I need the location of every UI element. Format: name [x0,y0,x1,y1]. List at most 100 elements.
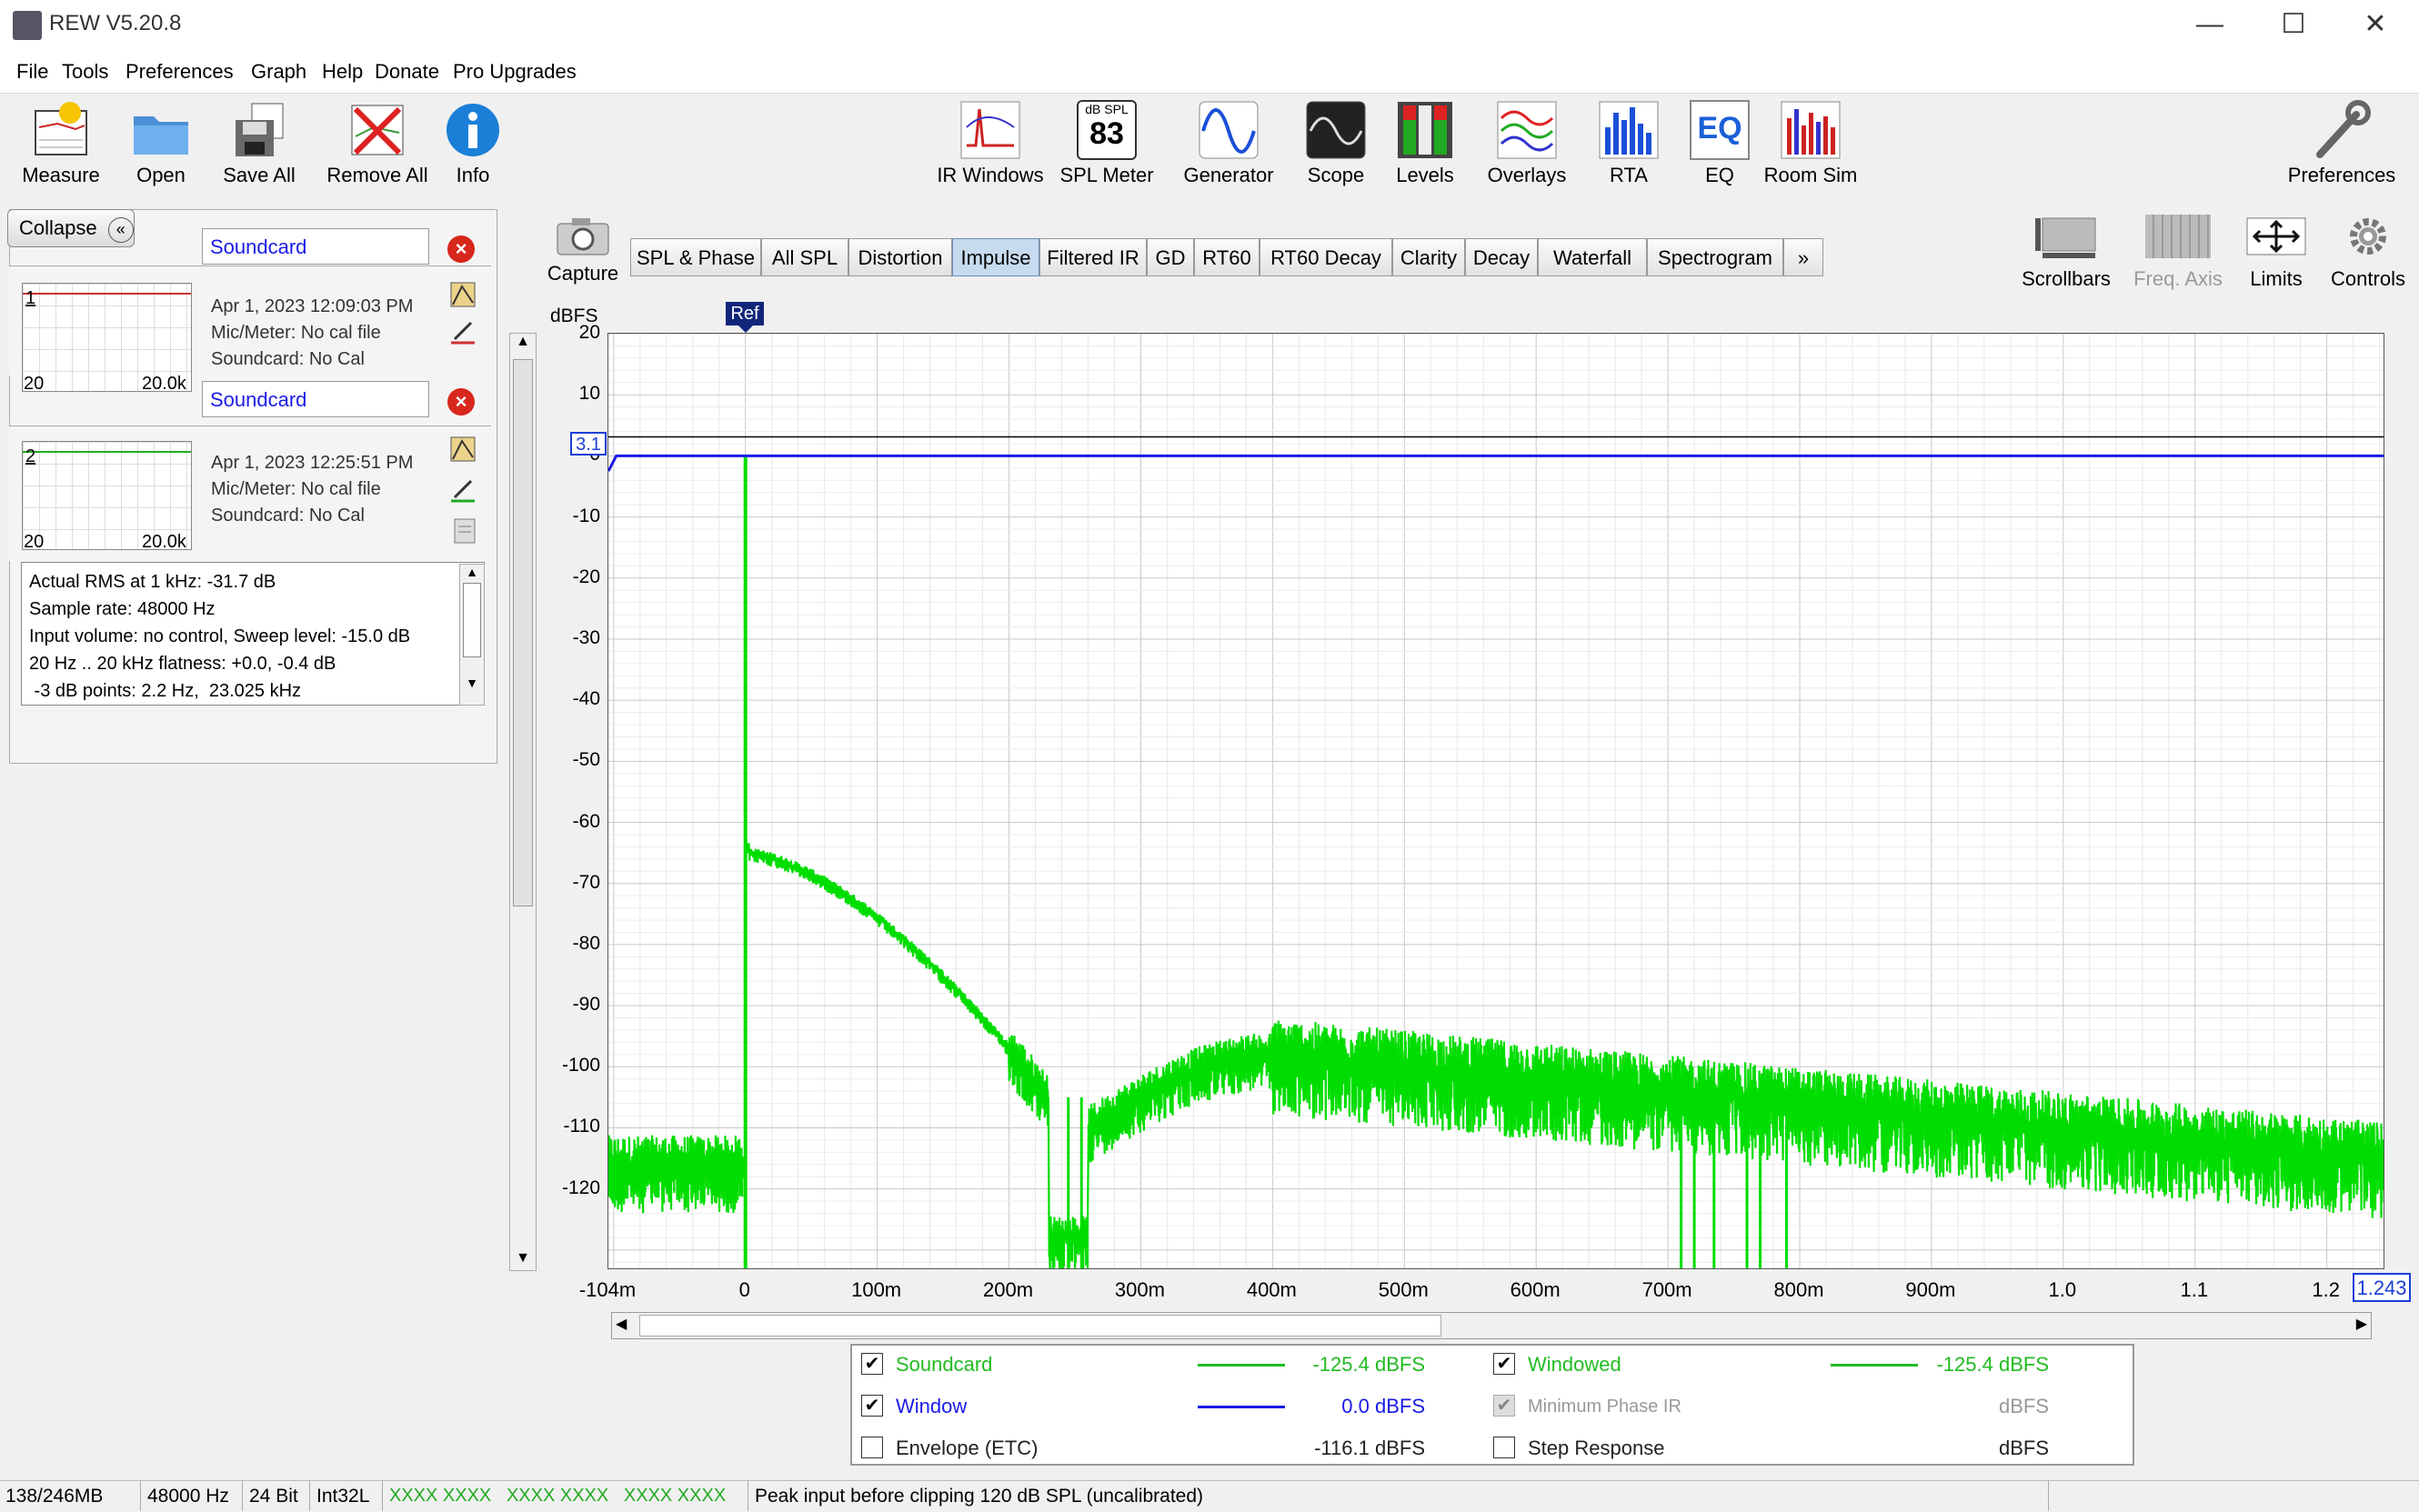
gear-icon [2346,215,2390,258]
window-checkbox[interactable]: ✔ [861,1395,883,1417]
tab-distortion[interactable]: Distortion [848,238,952,276]
ref-marker[interactable]: Ref [726,302,764,325]
scope-icon [1305,100,1367,160]
step-response-checkbox[interactable] [1493,1437,1515,1458]
soundcard-noise-trace [608,841,2384,1268]
trace-color-icon[interactable] [449,476,477,503]
window-swatch [1198,1406,1285,1408]
x-tick-label: 1.0 [2048,1278,2077,1301]
measurement-name-field[interactable]: Soundcard [202,228,429,265]
maximize-button[interactable]: ☐ [2252,0,2335,51]
wrench-icon [2311,100,2373,160]
scroll-left-icon[interactable]: ◀ [616,1315,627,1333]
impulse-plot [608,334,2384,1268]
soundcard-checkbox[interactable]: ✔ [861,1353,883,1375]
info-icon [442,100,504,160]
x-tick-label: 1.1 [2180,1278,2209,1301]
tab-spectrogram[interactable]: Spectrogram [1647,238,1783,276]
overlays-button[interactable]: Overlays [1468,100,1586,187]
collapse-button[interactable]: Collapse « [7,209,135,247]
y-cursor-readout: 3.1 [570,432,607,456]
graph-hscrollbar[interactable]: ◀ ▶ [611,1312,2372,1339]
y-tick-label: -60 [572,810,600,832]
camera-icon [556,215,610,256]
spl-meter-button[interactable]: dB SPL 83 SPL Meter [1048,100,1166,187]
room-sim-icon [1780,100,1842,160]
y-tick-label: -30 [572,626,600,648]
impulse-graph[interactable] [607,333,2384,1269]
tab-all-spl[interactable]: All SPL [761,238,848,276]
minimize-button[interactable]: — [2168,0,2252,51]
x-tick-label: 300m [1114,1278,1165,1301]
status-format: Int32L [316,1486,370,1507]
controls-button[interactable]: Controls [2324,215,2412,291]
windowed-swatch [1831,1364,1918,1367]
x-tick-label: 900m [1905,1278,1956,1301]
overlay-icon[interactable] [449,281,477,308]
menu-graph[interactable]: Graph [251,60,306,84]
y-tick-label: -50 [572,749,600,771]
preferences-button[interactable]: Preferences [2283,100,2401,187]
windowed-checkbox[interactable]: ✔ [1493,1353,1515,1375]
menu-pro-upgrades[interactable]: Pro Upgrades [453,60,577,84]
envelope-checkbox[interactable] [861,1437,883,1458]
generator-button[interactable]: Generator [1169,100,1288,187]
measure-icon [30,100,92,160]
remove-measurement-icon[interactable]: × [447,235,475,263]
notes-icon[interactable] [451,517,478,545]
close-button[interactable]: ✕ [2334,0,2417,51]
x-tick-label: 400m [1246,1278,1297,1301]
tab-gd[interactable]: GD [1147,238,1194,276]
info-button[interactable]: Info [414,100,532,187]
measurement-card-1[interactable]: 1 20 20.0k Soundcard Apr 1, 2023 12:09:0… [9,228,491,394]
trace-color-icon[interactable] [449,317,477,345]
x-tick-label: -104m [578,1278,637,1301]
scroll-thumb[interactable] [639,1315,1441,1337]
tab-rt60[interactable]: RT60 [1194,238,1260,276]
capture-button[interactable]: Capture [546,215,620,285]
menu-tools[interactable]: Tools [62,60,108,84]
spl-meter-icon: dB SPL 83 [1077,100,1137,160]
menu-preferences[interactable]: Preferences [125,60,234,84]
rta-icon [1598,100,1660,160]
ref-marker-arrow [738,325,753,333]
y-tick-label: -120 [561,1177,600,1198]
window-trace [608,454,2384,472]
y-tick-label: -90 [572,994,600,1016]
scroll-right-icon[interactable]: ▶ [2356,1315,2367,1333]
x-tick-label: 700m [1641,1278,1692,1301]
panel-scrollbar[interactable]: ▲ ▼ [509,333,537,1271]
tab-more[interactable]: » [1783,238,1823,276]
levels-button[interactable]: Levels [1366,100,1484,187]
tab-filtered-ir[interactable]: Filtered IR [1039,238,1147,276]
freq-axis-icon [2145,215,2211,258]
room-sim-button[interactable]: Room Sim [1752,100,1870,187]
x-tick-label: 200m [983,1278,1034,1301]
limits-button[interactable]: Limits [2237,215,2315,291]
overlay-icon[interactable] [449,436,477,463]
app-icon [13,11,42,40]
tab-decay[interactable]: Decay [1465,238,1538,276]
menu-donate[interactable]: Donate [375,60,439,84]
tab-rt60-decay[interactable]: RT60 Decay [1260,238,1392,276]
scrollbars-button[interactable]: Scrollbars [2019,215,2113,291]
info-scrollbar[interactable]: ▲ ▼ [459,564,485,706]
ir-windows-button[interactable]: IR Windows [931,100,1049,187]
menu-help[interactable]: Help [322,60,363,84]
tab-waterfall[interactable]: Waterfall [1538,238,1647,276]
measurement-card-2[interactable]: 2 20 20.0k Soundcard Apr 1, 2023 12:25:5… [9,381,491,561]
remove-measurement-icon[interactable]: × [447,388,475,416]
measurement-name-field[interactable]: Soundcard [202,381,429,417]
title-bar [0,0,2419,51]
y-tick-label: -70 [572,871,600,893]
remove-all-icon [346,100,408,160]
tab-impulse[interactable]: Impulse [952,238,1039,276]
save-all-button[interactable]: Save All [200,100,318,187]
menu-file[interactable]: File [16,60,48,84]
y-tick-label: -110 [563,1116,600,1137]
window-title: REW V5.20.8 [49,11,182,35]
status-input-meters: XXXX XXXX XXXX XXXX XXXX XXXX [389,1486,727,1506]
tab-clarity[interactable]: Clarity [1392,238,1465,276]
freq-axis-button[interactable]: Freq. Axis [2128,215,2228,291]
tab-spl-phase[interactable]: SPL & Phase [630,238,761,276]
